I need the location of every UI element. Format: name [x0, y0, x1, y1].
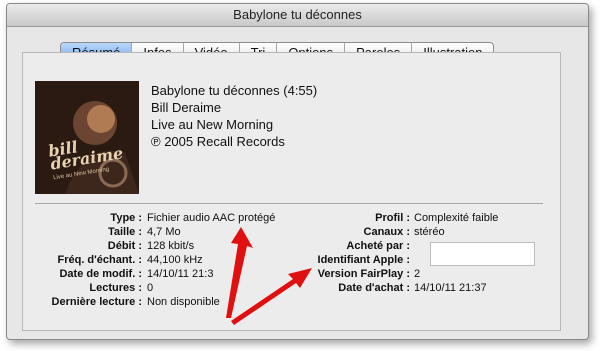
info-label: Identifiant Apple :: [317, 254, 410, 266]
info-value: 128 kbit/s: [147, 240, 195, 252]
info-value: 14/10/11 21:37: [414, 282, 487, 294]
info-label: Type :: [110, 212, 142, 224]
info-label: Lectures :: [89, 282, 142, 294]
info-label: Canaux :: [363, 226, 410, 238]
info-label: Fréq. d'échant. :: [57, 254, 142, 266]
info-value: 44,100 kHz: [147, 254, 203, 266]
track-copyright: ℗ 2005 Recall Records: [151, 134, 285, 149]
track-title: Babylone tu déconnes (4:55): [151, 83, 318, 98]
info-value: stéréo: [414, 226, 445, 238]
track-artist: Bill Deraime: [151, 100, 222, 115]
info-label: Date d'achat :: [338, 282, 410, 294]
info-label: Profil :: [375, 212, 410, 224]
info-value: 4,7 Mo: [147, 226, 181, 238]
info-label: Version FairPlay :: [317, 268, 410, 280]
info-label: Acheté par :: [346, 240, 410, 252]
redacted-account-box: [430, 242, 535, 266]
album-artwork: bill deraime Live au New Morning: [35, 81, 139, 194]
info-label: Dernière lecture :: [51, 296, 142, 308]
window-title: Babylone tu déconnes: [7, 4, 588, 27]
info-label: Date de modif. :: [59, 268, 142, 280]
info-value: 0: [147, 282, 154, 294]
info-value: 14/10/11 21:3: [147, 268, 214, 280]
info-value: Non disponible: [147, 296, 220, 308]
track-album: Live au New Morning: [151, 117, 274, 132]
section-divider: [35, 203, 543, 204]
info-value: 2: [414, 268, 421, 280]
info-label: Taille :: [107, 226, 142, 238]
info-label: Débit :: [107, 240, 142, 252]
info-value: Complexité faible: [414, 212, 499, 224]
